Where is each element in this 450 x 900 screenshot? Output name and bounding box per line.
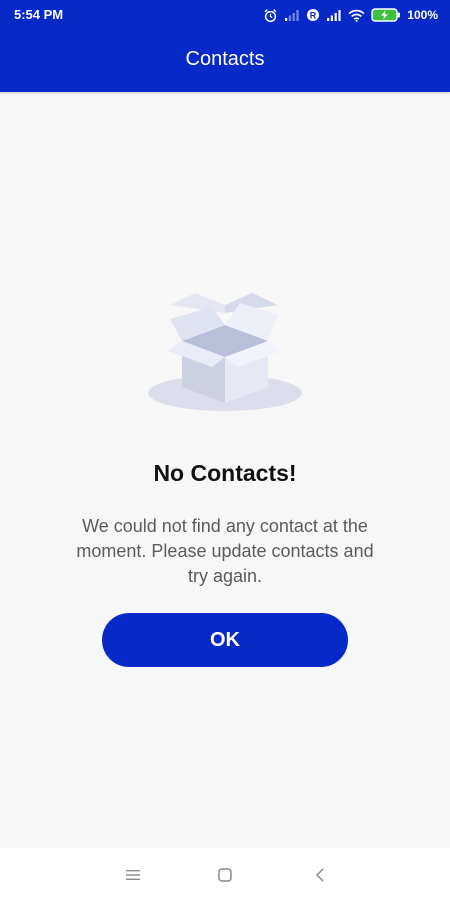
empty-box-icon [140, 285, 310, 415]
page-title: Contacts [185, 48, 265, 70]
back-icon[interactable] [307, 862, 333, 888]
empty-state-title: No Contacts! [153, 460, 297, 486]
battery-charging-icon [371, 8, 401, 22]
roaming-icon: R [307, 9, 320, 21]
svg-text:R: R [310, 11, 317, 21]
home-icon[interactable] [212, 862, 238, 888]
menu-icon[interactable] [120, 862, 146, 888]
wifi-icon [348, 9, 365, 22]
signal-weak-icon [285, 9, 299, 21]
status-bar: 5:54 PM R 100% [0, 0, 450, 30]
system-nav-bar [0, 848, 450, 900]
ok-button[interactable]: OK [102, 613, 348, 667]
status-time: 5:54 PM [14, 7, 64, 22]
empty-state-message: We could not find any contact at the mom… [76, 516, 374, 586]
signal-icon [327, 9, 341, 21]
app-bar: Contacts [0, 30, 450, 92]
battery-percentage: 100% [407, 8, 438, 22]
alarm-icon [264, 8, 277, 22]
status-icons: R 100% [263, 6, 438, 24]
